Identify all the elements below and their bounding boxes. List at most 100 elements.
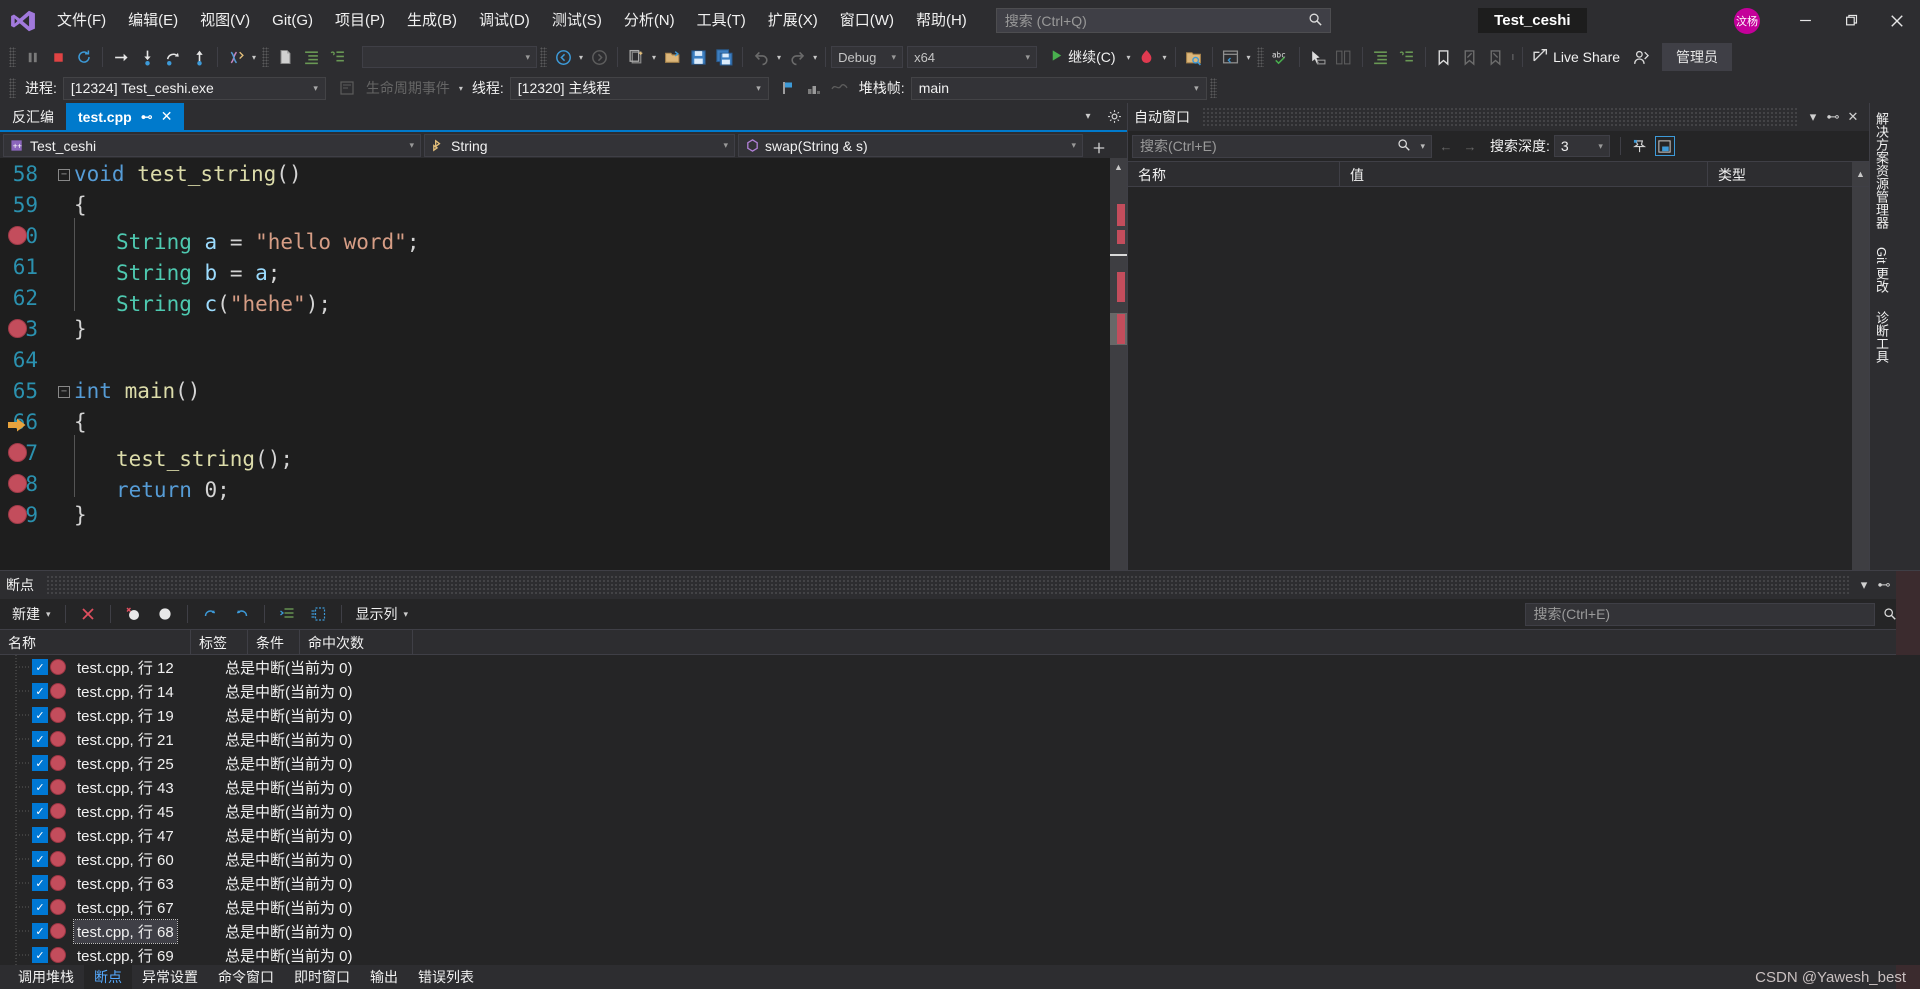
select-pointer-icon[interactable] bbox=[1305, 43, 1331, 71]
tab-call-stack[interactable]: 调用堆栈 bbox=[8, 965, 84, 989]
menu-test[interactable]: 测试(S) bbox=[541, 0, 613, 41]
breakpoint-glyph[interactable] bbox=[50, 923, 66, 939]
arrow-left-icon[interactable]: ← bbox=[1436, 136, 1456, 156]
chevron-down-icon[interactable]: ▾ bbox=[46, 609, 51, 620]
chevron-down-icon[interactable]: ▾ bbox=[882, 52, 897, 63]
step-into-icon[interactable] bbox=[134, 43, 160, 71]
sidebar-tab-git-changes[interactable]: Git 更改 bbox=[1868, 238, 1895, 302]
outdent-icon[interactable] bbox=[324, 43, 350, 71]
menu-window[interactable]: 窗口(W) bbox=[829, 0, 905, 41]
bp-column-name[interactable]: 名称 bbox=[0, 630, 191, 654]
minimize-icon[interactable] bbox=[1782, 0, 1828, 41]
menu-help[interactable]: 帮助(H) bbox=[905, 0, 978, 41]
tab-disassembly[interactable]: 反汇编 bbox=[0, 103, 66, 130]
breakpoint-glyph[interactable] bbox=[8, 443, 27, 462]
table-row[interactable]: ✓ test.cpp, 行 43 总是中断(当前为 0) bbox=[0, 775, 1920, 799]
chevron-down-icon[interactable]: ▾ bbox=[744, 83, 761, 94]
restore-icon[interactable] bbox=[1828, 0, 1874, 41]
breakpoint-name[interactable]: test.cpp, 行 67 bbox=[74, 896, 177, 919]
table-row[interactable]: ✓ test.cpp, 行 21 总是中断(当前为 0) bbox=[0, 727, 1920, 751]
chevron-down-icon[interactable]: ▾ bbox=[1854, 575, 1874, 595]
open-folder-search-icon[interactable] bbox=[1181, 43, 1207, 71]
chevron-down-icon[interactable]: ▾ bbox=[404, 609, 409, 620]
breakpoint-name[interactable]: test.cpp, 行 12 bbox=[74, 656, 177, 679]
process-combo[interactable]: [12324] Test_ceshi.exe ▾ bbox=[62, 76, 326, 100]
continue-caret[interactable]: ▾ bbox=[1124, 53, 1134, 62]
table-row[interactable]: ✓ test.cpp, 行 63 总是中断(当前为 0) bbox=[0, 871, 1920, 895]
nav-member-combo[interactable]: swap(String & s) ▾ bbox=[738, 134, 1083, 157]
lifecycle-caret[interactable]: ▾ bbox=[456, 84, 466, 93]
avatar[interactable]: 汶杨 bbox=[1734, 7, 1760, 34]
arrow-right-icon[interactable]: → bbox=[1460, 136, 1480, 156]
lifecycle-events-icon[interactable] bbox=[334, 74, 360, 102]
breakpoint-name[interactable]: test.cpp, 行 69 bbox=[74, 944, 177, 966]
redo-icon[interactable] bbox=[784, 43, 810, 71]
feedback-person-icon[interactable] bbox=[1628, 43, 1654, 71]
code-line[interactable]: 69} bbox=[0, 499, 1127, 530]
close-icon[interactable]: ✕ bbox=[1843, 107, 1863, 127]
chevron-down-icon[interactable]: ▾ bbox=[1598, 141, 1603, 152]
debugbar-grip-2[interactable] bbox=[1209, 78, 1217, 98]
breakpoint-enabled-checkbox[interactable]: ✓ bbox=[32, 947, 48, 963]
code-line[interactable]: 61 String b = a; bbox=[0, 248, 1127, 285]
undo-caret[interactable]: ▾ bbox=[774, 53, 784, 62]
import-breakpoints-icon[interactable] bbox=[227, 602, 256, 626]
tab-test-cpp[interactable]: test.cpp ⊷ ✕ bbox=[66, 103, 185, 130]
table-row[interactable]: ✓ test.cpp, 行 14 总是中断(当前为 0) bbox=[0, 679, 1920, 703]
breakpoint-name[interactable]: test.cpp, 行 21 bbox=[74, 728, 177, 751]
chevron-down-icon[interactable]: ▾ bbox=[1182, 83, 1199, 94]
table-row[interactable]: ✓ test.cpp, 行 68 总是中断(当前为 0) bbox=[0, 918, 1920, 944]
menu-tools[interactable]: 工具(T) bbox=[686, 0, 757, 41]
pin-icon[interactable]: ⊷ bbox=[141, 110, 153, 124]
autos-scroll-up-icon[interactable]: ▲ bbox=[1852, 162, 1869, 186]
autos-column-value[interactable]: 值 bbox=[1340, 162, 1708, 186]
compare-icon[interactable] bbox=[1331, 43, 1357, 71]
fold-collapse-icon[interactable]: − bbox=[54, 383, 74, 398]
breakpoint-enabled-checkbox[interactable]: ✓ bbox=[32, 731, 48, 747]
nav-class-combo[interactable]: String ▾ bbox=[424, 134, 735, 157]
breakpoint-glyph[interactable] bbox=[50, 707, 66, 723]
menu-build[interactable]: 生成(B) bbox=[396, 0, 468, 41]
autos-column-name[interactable]: 名称 bbox=[1128, 162, 1340, 186]
goto-source-icon[interactable] bbox=[273, 602, 302, 626]
breakpoint-name[interactable]: test.cpp, 行 45 bbox=[74, 800, 177, 823]
threads-dropdown-caret[interactable]: ▾ bbox=[249, 53, 259, 62]
chevron-down-icon[interactable]: ▾ bbox=[301, 83, 318, 94]
redo-caret[interactable]: ▾ bbox=[810, 53, 820, 62]
navigate-back-icon[interactable] bbox=[550, 43, 576, 71]
save-icon[interactable] bbox=[685, 43, 711, 71]
code-line[interactable]: 68return 0; bbox=[0, 465, 1127, 502]
tab-command-window[interactable]: 命令窗口 bbox=[208, 965, 284, 989]
nav-project-combo[interactable]: ++ Test_ceshi ▾ bbox=[3, 134, 421, 157]
breakpoints-search-input[interactable]: 搜索(Ctrl+E) bbox=[1525, 602, 1876, 626]
breakpoint-glyph[interactable] bbox=[50, 851, 66, 867]
table-row[interactable]: ✓ test.cpp, 行 69 总是中断(当前为 0) bbox=[0, 943, 1920, 965]
continue-button[interactable]: 继续(C) bbox=[1045, 43, 1123, 71]
bp-column-labels[interactable]: 标签 bbox=[191, 630, 248, 654]
menu-file[interactable]: 文件(F) bbox=[46, 0, 117, 41]
breakpoint-glyph[interactable] bbox=[50, 683, 66, 699]
breakpoint-enabled-checkbox[interactable]: ✓ bbox=[32, 827, 48, 843]
breakpoint-glyph[interactable] bbox=[50, 827, 66, 843]
thread-combo[interactable]: [12320] 主线程 ▾ bbox=[509, 76, 769, 100]
table-row[interactable]: ✓ test.cpp, 行 45 总是中断(当前为 0) bbox=[0, 799, 1920, 823]
menu-project[interactable]: 项目(P) bbox=[324, 0, 396, 41]
breakpoint-enabled-checkbox[interactable]: ✓ bbox=[32, 875, 48, 891]
bp-column-condition[interactable]: 条件 bbox=[248, 630, 300, 654]
code-line[interactable]: 58 − void test_string() bbox=[0, 158, 1127, 189]
stack-frames-icon[interactable] bbox=[801, 74, 827, 102]
menu-git[interactable]: Git(G) bbox=[261, 0, 324, 41]
breakpoint-name[interactable]: test.cpp, 行 14 bbox=[74, 680, 177, 703]
delete-all-breakpoints-icon[interactable] bbox=[119, 602, 149, 626]
table-row[interactable]: ✓ test.cpp, 行 67 总是中断(当前为 0) bbox=[0, 895, 1920, 919]
comment-icon[interactable] bbox=[1394, 43, 1420, 71]
breakpoint-name[interactable]: test.cpp, 行 68 bbox=[73, 918, 178, 944]
step-out-icon[interactable] bbox=[186, 43, 212, 71]
disable-all-breakpoints-icon[interactable] bbox=[151, 602, 179, 626]
window-layout-caret[interactable]: ▾ bbox=[1244, 53, 1254, 62]
new-file-icon[interactable] bbox=[272, 43, 298, 71]
flow-icon[interactable] bbox=[827, 74, 853, 102]
next-bookmark-icon[interactable] bbox=[1483, 43, 1509, 71]
code-line[interactable]: 65 − int main() bbox=[0, 375, 1127, 406]
chevron-down-icon[interactable]: ▾ bbox=[713, 140, 728, 151]
